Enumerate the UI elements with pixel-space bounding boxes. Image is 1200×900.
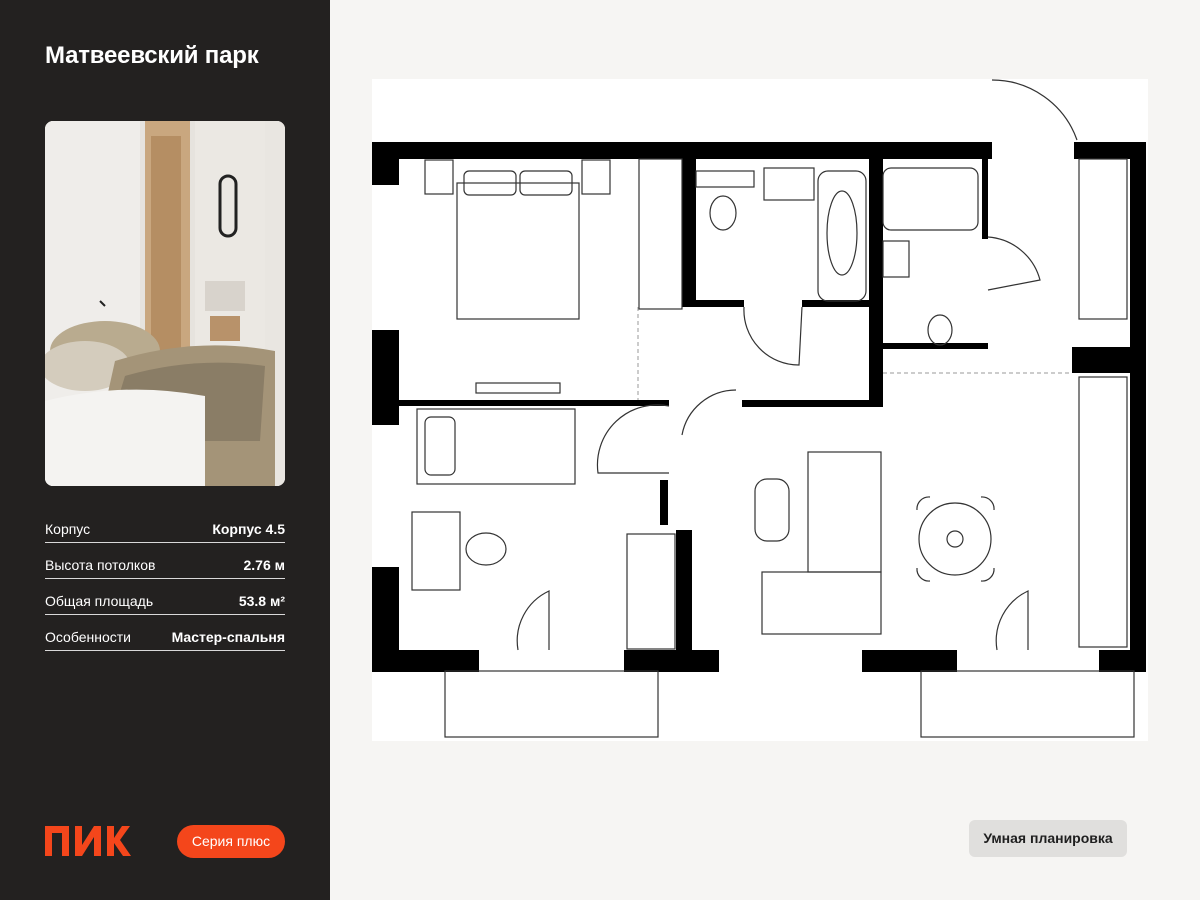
spec-row-building: Корпус Корпус 4.5 — [45, 515, 285, 543]
series-badge-button[interactable]: Серия плюс — [177, 825, 285, 858]
spec-value: Мастер-спальня — [171, 629, 285, 645]
spec-label: Высота потолков — [45, 557, 156, 573]
pik-logo — [45, 826, 131, 856]
spec-label: Общая площадь — [45, 593, 154, 609]
project-title: Матвеевский парк — [45, 42, 259, 69]
interior-photo — [45, 121, 285, 486]
spec-value: 2.76 м — [243, 557, 286, 573]
plan-background — [372, 79, 1148, 741]
spec-row-features: Особенности Мастер-спальня — [45, 623, 285, 651]
spec-row-total-area: Общая площадь 53.8 м² — [45, 587, 285, 615]
spec-label: Особенности — [45, 629, 131, 645]
floor-plan — [372, 79, 1148, 741]
bedroom-photo-illustration — [45, 121, 285, 486]
spec-value: 53.8 м² — [238, 593, 285, 609]
spec-label: Корпус — [45, 521, 91, 537]
spec-row-ceiling-height: Высота потолков 2.76 м — [45, 551, 285, 579]
smart-layout-button[interactable]: Умная планировка — [969, 820, 1127, 857]
spec-value: Корпус 4.5 — [212, 521, 285, 537]
sidebar: Матвеевский парк Корпус Корпус 4.5 Высот… — [0, 0, 330, 900]
specs-list: Корпус Корпус 4.5 Высота потолков 2.76 м… — [45, 515, 285, 659]
